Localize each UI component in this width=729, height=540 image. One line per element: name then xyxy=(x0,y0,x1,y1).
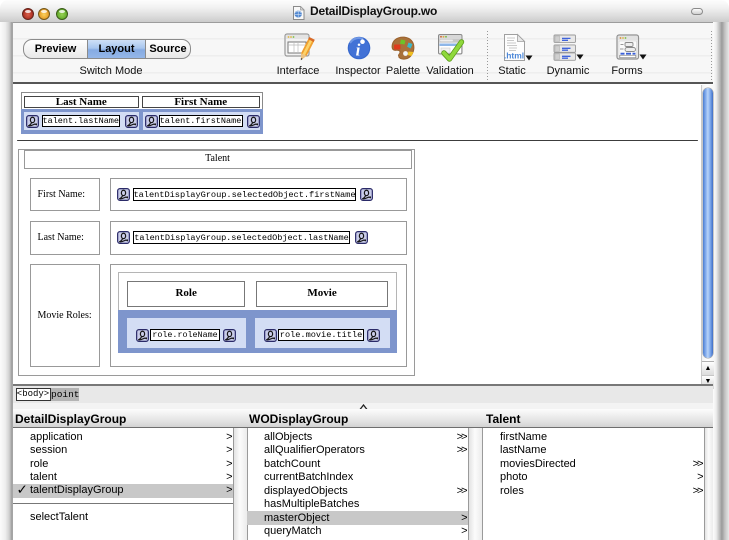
svg-text:i: i xyxy=(356,41,361,60)
svg-text:.html: .html xyxy=(504,51,524,61)
